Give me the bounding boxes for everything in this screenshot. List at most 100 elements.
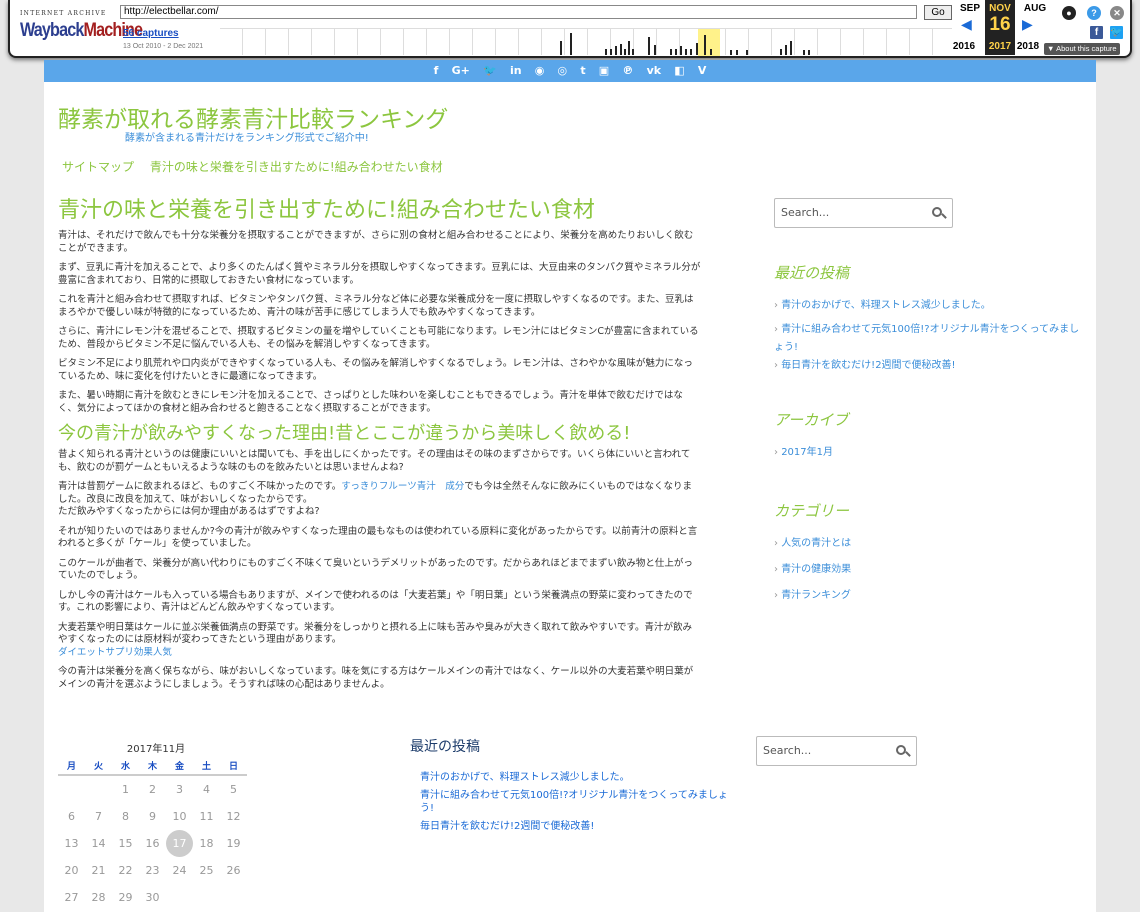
search-placeholder: Search... xyxy=(763,744,812,757)
calendar-day: 2 xyxy=(149,783,156,796)
weekday: 月 xyxy=(58,759,85,776)
calendar-day: 10 xyxy=(172,810,187,823)
facebook-share-icon[interactable]: f xyxy=(1090,26,1103,39)
nav-item-article[interactable]: 青汁の味と栄養を引き出すために!組み合わせたい食材 xyxy=(150,160,443,174)
calendar-day: 12 xyxy=(226,810,241,823)
help-icon[interactable]: ? xyxy=(1087,6,1101,20)
article: 青汁の味と栄養を引き出すために!組み合わせたい食材 青汁は、それだけで飲んでも十… xyxy=(58,197,701,698)
flickr-icon[interactable]: ◧ xyxy=(674,60,684,82)
footer-recent-link[interactable]: 毎日青汁を飲むだけ!2週間で便秘改善! xyxy=(420,820,730,833)
pinterest-icon[interactable]: ℗ xyxy=(622,60,633,82)
category-link[interactable]: 青汁ランキング xyxy=(774,587,1084,605)
footer-recent-link[interactable]: 青汁のおかげで、料理ストレス減少しました。 xyxy=(420,771,730,784)
footer-search-input[interactable]: Search... xyxy=(756,736,917,766)
rss-icon[interactable]: ◎ xyxy=(558,60,568,82)
calendar-day: 7 xyxy=(95,810,102,823)
calendar-week: 13 14 15 16 17 18 19 xyxy=(58,830,254,857)
current-year-label: 2017 xyxy=(988,41,1012,52)
paragraph-text: 青汁は昔罰ゲームに飲まれるほど、ものすごく不味かったのです。 xyxy=(58,481,342,492)
facebook-icon[interactable]: f xyxy=(434,60,439,82)
tumblr-icon[interactable]: t xyxy=(580,60,585,82)
calendar-day: 11 xyxy=(199,810,214,823)
prev-year-label[interactable]: 2016 xyxy=(949,41,979,52)
category-list: 人気の青汁とは 青汁の健康効果 青汁ランキング xyxy=(774,535,1084,605)
paragraph-text: ただ飲みやすくなったからには何か理由があるはずですよね? xyxy=(58,506,320,517)
diet-supplement-link[interactable]: ダイエットサプリ効果人気 xyxy=(58,647,172,658)
paragraph-text: 大麦若葉や明日葉はケールに並ぶ栄養価満点の野菜です。栄養分をしっかりと摂れる上に… xyxy=(58,621,693,646)
paragraph: まず、豆乳に青汁を加えることで、より多くのたんぱく質やミネラル分を摂取しやすくな… xyxy=(58,262,701,286)
search-placeholder: Search... xyxy=(781,206,830,219)
prev-capture-arrow-icon[interactable]: ◀ xyxy=(961,17,972,33)
user-icon[interactable]: ● xyxy=(1062,6,1076,20)
vk-icon[interactable]: vk xyxy=(647,60,662,82)
recent-posts-list: 青汁のおかげで、料理ストレス減少しました。 青汁に組み合わせて元気100倍!?オ… xyxy=(774,297,1084,375)
archive-link[interactable]: 2017年1月 xyxy=(774,444,1084,462)
site-description: 酵素が含まれる青汁だけをランキング形式でご紹介中! xyxy=(125,133,369,144)
youtube-icon[interactable]: ▣ xyxy=(599,60,609,82)
recent-post-link[interactable]: 毎日青汁を飲むだけ!2週間で便秘改善! xyxy=(774,357,1084,375)
calendar-day: 14 xyxy=(91,837,106,850)
calendar-day xyxy=(85,776,112,803)
calendar-day: 26 xyxy=(226,864,241,877)
fruit-aojiru-link[interactable]: すっきりフルーツ青汁 成分 xyxy=(341,481,464,492)
linkedin-icon[interactable]: in xyxy=(510,60,522,82)
category-link[interactable]: 人気の青汁とは xyxy=(774,535,1084,553)
footer-search: Search... xyxy=(756,736,917,766)
calendar-day: 3 xyxy=(176,783,183,796)
calendar-day: 5 xyxy=(230,783,237,796)
calendar-day: 30 xyxy=(145,891,160,904)
calendar-day: 9 xyxy=(149,810,156,823)
calendar-day: 18 xyxy=(199,837,214,850)
footer-recent-link[interactable]: 青汁に組み合わせて元気100倍!?オリジナル青汁をつくってみましょう! xyxy=(420,789,730,815)
recent-post-link[interactable]: 青汁のおかげで、料理ストレス減少しました。 xyxy=(774,297,1084,315)
category-title: カテゴリー xyxy=(774,502,850,520)
paragraph: 青汁は、それだけで飲んでも十分な栄養分を摂取することができますが、さらに別の食材… xyxy=(58,230,694,254)
calendar-day: 23 xyxy=(145,864,160,877)
article-title: 青汁の味と栄養を引き出すために!組み合わせたい食材 xyxy=(58,198,595,223)
close-icon[interactable]: ✕ xyxy=(1110,6,1124,20)
sidebar: Search... 最近の投稿 青汁のおかげで、料理ストレス減少しました。 青汁… xyxy=(774,198,1084,605)
calendar-day: 4 xyxy=(203,783,210,796)
next-capture-arrow-icon[interactable]: ▶ xyxy=(1022,17,1033,33)
nav-item-sitemap[interactable]: サイトマップ xyxy=(62,160,134,174)
capture-sparkline[interactable] xyxy=(220,28,952,56)
captures-link[interactable]: 56 captures xyxy=(123,28,179,39)
next-month-label[interactable]: AUG xyxy=(1020,3,1050,14)
calendar-day: 25 xyxy=(199,864,214,877)
search-icon[interactable] xyxy=(932,207,942,217)
paragraph: それが知りたいのではありませんか?今の青汁が飲みやすくなった理由の最もなものは使… xyxy=(58,525,698,550)
calendar-day: 8 xyxy=(122,810,129,823)
logo-part-1: Wayback xyxy=(20,20,84,41)
weekday: 日 xyxy=(220,759,247,776)
footer-recent-title: 最近の投稿 xyxy=(410,739,480,755)
search-icon[interactable] xyxy=(896,745,906,755)
prev-month-label[interactable]: SEP xyxy=(955,3,985,14)
instagram-icon[interactable]: ◉ xyxy=(535,60,545,82)
next-year-label[interactable]: 2018 xyxy=(1013,41,1043,52)
vine-icon[interactable]: V xyxy=(698,60,707,82)
internet-archive-label: INTERNET ARCHIVE xyxy=(20,10,107,17)
url-input[interactable]: http://electbellar.com/ xyxy=(120,5,917,19)
twitter-share-icon[interactable]: 🐦 xyxy=(1110,26,1123,39)
recent-post-link[interactable]: 青汁に組み合わせて元気100倍!?オリジナル青汁をつくってみましょう! xyxy=(774,321,1084,357)
about-capture-button[interactable]: ▼ About this capture xyxy=(1044,43,1120,55)
paragraph: また、暑い時期に青汁を飲むときにレモン汁を加えることで、さっぱりとした味わいを楽… xyxy=(58,390,683,414)
calendar-day: 19 xyxy=(226,837,241,850)
paragraph: これを青汁と組み合わせて摂取すれば、ビタミンやタンパク質、ミネラル分など体に必要… xyxy=(58,294,694,318)
current-month-label: NOV xyxy=(989,3,1011,14)
calendar-day xyxy=(193,884,220,911)
calendar-day: 16 xyxy=(145,837,160,850)
calendar-day: 20 xyxy=(64,864,79,877)
paragraph: 昔よく知られる青汁というのは健康にいいとは聞いても、手を出しにくかったです。その… xyxy=(58,449,691,473)
google-plus-icon[interactable]: G+ xyxy=(452,60,470,82)
calendar-week: 20 21 22 23 24 25 26 xyxy=(58,857,254,884)
category-link[interactable]: 青汁の健康効果 xyxy=(774,561,1084,579)
go-button[interactable]: Go xyxy=(924,5,952,20)
twitter-icon[interactable]: 🐦 xyxy=(483,60,497,82)
paragraph: 大麦若葉や明日葉はケールに並ぶ栄養価満点の野菜です。栄養分をしっかりと摂れる上に… xyxy=(58,622,701,660)
calendar-grid: 1 2 3 4 5 6 7 8 9 10 11 12 13 14 15 16 17 18 19 20 21 22 23 24 2… xyxy=(58,776,254,911)
sidebar-search-input[interactable]: Search... xyxy=(774,198,953,228)
calendar-day xyxy=(166,884,193,911)
archive-list: 2017年1月 xyxy=(774,444,1084,462)
weekday: 金 xyxy=(166,759,193,776)
